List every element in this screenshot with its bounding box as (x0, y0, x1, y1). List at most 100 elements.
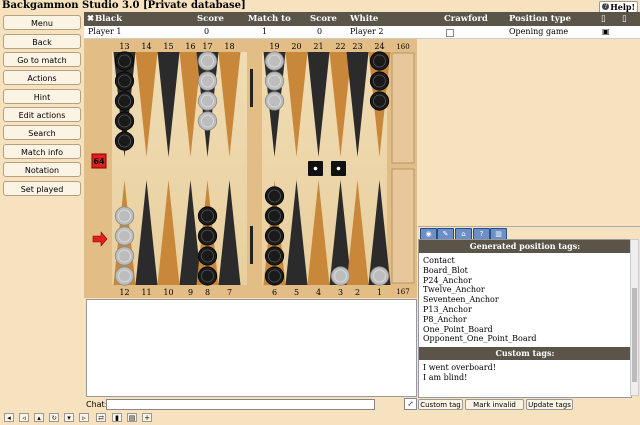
bear-off-tray-top[interactable] (391, 52, 415, 164)
expand-icon[interactable]: ⤢ (404, 398, 417, 410)
next-game-icon[interactable]: ▹ (79, 413, 89, 422)
white-checker[interactable] (197, 111, 218, 131)
white-checker[interactable] (197, 71, 218, 91)
add-icon[interactable]: + (142, 413, 152, 422)
match-table-row[interactable]: Player 1 0 1 0 Player 2 Opening game ▣ (84, 26, 640, 39)
white-checker[interactable] (264, 71, 285, 91)
set-played-button[interactable]: Set played (3, 181, 81, 196)
document-icon[interactable]: ▯ (601, 12, 606, 26)
match-info-button[interactable]: Match info (3, 144, 81, 159)
point-label-top: 23 (352, 42, 362, 51)
search-button[interactable]: Search (3, 125, 81, 140)
tags-scrollbar[interactable] (630, 239, 639, 396)
hint-button[interactable]: Hint (3, 89, 81, 104)
menu-button[interactable]: Menu (3, 15, 81, 30)
custom-tag: I went overboard! (423, 363, 496, 373)
bookmark-icon[interactable]: ▮ (112, 413, 122, 422)
custom-tag-button[interactable]: Custom tag (418, 399, 463, 410)
prev-move-icon[interactable]: ▴ (34, 413, 44, 422)
actions-button[interactable]: Actions (3, 70, 81, 85)
point-label-top: 20 (291, 42, 301, 51)
header-crawford: Crawford (444, 14, 488, 24)
custom-tags-header: Custom tags: (419, 347, 631, 361)
delete-icon[interactable]: ▤ (127, 413, 137, 422)
generated-tag: One_Point_Board (423, 324, 493, 334)
point-label-top: 18 (224, 42, 234, 51)
die-1-pip (313, 166, 318, 171)
black-checker[interactable] (114, 131, 135, 151)
black-checker[interactable] (114, 51, 135, 71)
white-checker[interactable] (114, 226, 135, 246)
swap-icon[interactable]: ⇄ (96, 413, 106, 422)
white-checker[interactable] (197, 51, 218, 71)
custom-tags-list: I went overboard! I am blind! (419, 360, 631, 386)
board-svg[interactable]: 13 14 15 16 17 18 19 20 21 22 23 2412 11 10 9 8 7 6 5 4 3 2 1 … (84, 39, 417, 298)
black-checker[interactable] (197, 206, 218, 226)
rotate-icon[interactable]: ↻ (49, 413, 59, 422)
black-checker[interactable] (114, 111, 135, 131)
prev-game-icon[interactable]: ◃ (19, 413, 29, 422)
black-checker[interactable] (114, 91, 135, 111)
point-label-bottom: 2 (355, 288, 360, 297)
black-checker[interactable] (369, 51, 390, 71)
black-checker[interactable] (264, 246, 285, 266)
black-checker[interactable] (197, 266, 218, 286)
black-checker[interactable] (264, 206, 285, 226)
custom-tag: I am blind! (423, 372, 468, 382)
white-checker[interactable] (114, 206, 135, 226)
new-document-icon[interactable]: ▯ (622, 12, 627, 26)
black-checker[interactable] (369, 71, 390, 91)
save-icon[interactable]: ▣ (602, 26, 610, 38)
point-label-bottom: 7 (227, 288, 232, 297)
update-tags-button[interactable]: Update tags (526, 399, 573, 410)
black-checker[interactable] (197, 226, 218, 246)
point-label-top: 19 (269, 42, 279, 51)
back-button[interactable]: Back (3, 34, 81, 49)
notation-button[interactable]: Notation (3, 162, 81, 177)
header-white: White (350, 14, 379, 24)
white-checker[interactable] (264, 91, 285, 111)
chat-input[interactable] (106, 399, 375, 410)
next-move-icon[interactable]: ▾ (64, 413, 74, 422)
black-checker[interactable] (264, 226, 285, 246)
pip-count-bottom: 167 (396, 288, 409, 296)
bar-divider-top (250, 69, 253, 107)
white-checker[interactable] (330, 266, 351, 286)
go-to-match-button[interactable]: Go to match (3, 52, 81, 67)
black-checker[interactable] (264, 186, 285, 206)
point-label-top: 24 (374, 42, 384, 51)
white-checker[interactable] (369, 266, 390, 286)
scroll-thumb[interactable] (632, 288, 637, 382)
tag-tabbar: ◉ ✎ ⌂ ? ▥ (418, 226, 640, 240)
point-label-bottom: 11 (141, 288, 151, 297)
backgammon-board[interactable]: 13 14 15 16 17 18 19 20 21 22 23 24 12 11 10 9 8 7 6 5 4 3 2 1 … (84, 39, 417, 298)
black-checker[interactable] (114, 71, 135, 91)
generated-tag: P8_Anchor (423, 314, 467, 324)
cell-score-2: 0 (317, 27, 323, 36)
point-label-bottom: 10 (163, 288, 173, 297)
bar[interactable] (247, 39, 262, 298)
white-checker[interactable] (114, 246, 135, 266)
point-label-bottom: 8 (205, 288, 210, 297)
bear-off-tray-bottom[interactable] (391, 168, 415, 284)
white-checker[interactable] (264, 51, 285, 71)
generated-tag: Board_Blot (423, 265, 468, 275)
white-checker[interactable] (197, 91, 218, 111)
help-icon: ? (602, 3, 610, 10)
point-label-bottom: 3 (338, 288, 343, 297)
black-checker[interactable] (369, 91, 390, 111)
close-icon[interactable]: ✖ (87, 12, 94, 26)
generated-tags-list: Contact Board_Blot P24_Anchor Twelve_Anchor… (419, 253, 631, 347)
edit-actions-button[interactable]: Edit actions (3, 107, 81, 122)
black-checker[interactable] (264, 266, 285, 286)
black-checker[interactable] (197, 246, 218, 266)
mark-invalid-start-button[interactable]: Mark invalid start (465, 399, 524, 420)
sidebar: Menu Back Go to match Actions Hint Edit … (0, 13, 84, 409)
notes-area[interactable] (86, 299, 417, 397)
first-icon[interactable]: ◂ (4, 413, 14, 422)
point-label-bottom: 1 (377, 288, 382, 297)
generated-tag: P13_Anchor (423, 304, 472, 314)
white-checker[interactable] (114, 266, 135, 286)
cell-score-1: 0 (204, 27, 210, 36)
bottom-toolbar: ◂ ◃ ▴ ↻ ▾ ▹ ⇄ ▮ ▤ + (0, 411, 640, 425)
